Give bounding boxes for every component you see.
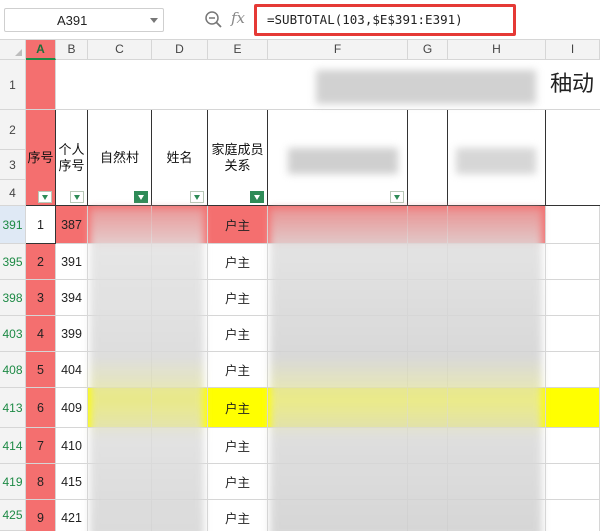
cell-i[interactable]	[546, 316, 600, 352]
cell-seq[interactable]: 5	[26, 352, 56, 388]
cell-relation[interactable]: 户主	[208, 206, 268, 244]
column-header-b[interactable]: B	[56, 40, 88, 60]
column-header-h[interactable]: H	[448, 40, 546, 60]
cell-seq[interactable]: 3	[26, 280, 56, 316]
header-person-seq-label: 个人序号	[58, 141, 85, 173]
cell-seq[interactable]: 2	[26, 244, 56, 280]
formula-bar: A391 fx =SUBTOTAL(103,$E$391:E391)	[0, 0, 600, 40]
row-header-414[interactable]: 414	[0, 428, 26, 464]
cell-person-seq[interactable]: 410	[56, 428, 88, 464]
header-seq[interactable]: 序号	[26, 110, 56, 206]
cell-relation[interactable]: 户主	[208, 464, 268, 500]
redacted-header-h	[456, 148, 536, 174]
column-header-c[interactable]: C	[88, 40, 152, 60]
row-header-419[interactable]: 419	[0, 464, 26, 500]
formula-input[interactable]: =SUBTOTAL(103,$E$391:E391)	[254, 4, 516, 36]
row-header-1[interactable]: 1	[0, 60, 26, 110]
header-village-label: 自然村	[99, 149, 139, 165]
cell-person-seq[interactable]: 404	[56, 352, 88, 388]
cell-a1[interactable]	[26, 60, 56, 110]
cell-i[interactable]	[546, 388, 600, 428]
header-relation[interactable]: 家庭成员关系	[208, 110, 268, 206]
header-village[interactable]: 自然村	[88, 110, 152, 206]
sheet-title-fragment: 秞动	[550, 72, 595, 97]
row-header-398[interactable]: 398	[0, 280, 26, 316]
formula-text: =SUBTOTAL(103,$E$391:E391)	[267, 12, 463, 27]
cell-i[interactable]	[546, 280, 600, 316]
zoom-icon[interactable]	[204, 10, 224, 30]
column-header-a[interactable]: A	[26, 40, 56, 60]
redacted-header-f	[288, 148, 398, 174]
header-g[interactable]	[408, 110, 448, 206]
column-header-g[interactable]: G	[408, 40, 448, 60]
row-header-4[interactable]: 4	[0, 180, 26, 206]
cell-i[interactable]	[546, 352, 600, 388]
cell-seq[interactable]: 8	[26, 464, 56, 500]
filter-dropdown-icon[interactable]	[38, 191, 52, 203]
redacted-village-name	[90, 208, 204, 531]
cell-i[interactable]	[546, 428, 600, 464]
column-header-f[interactable]: F	[268, 40, 408, 60]
header-seq-label: 序号	[27, 149, 54, 165]
filter-dropdown-icon[interactable]	[390, 191, 404, 203]
cell-person-seq[interactable]: 387	[56, 206, 88, 244]
cell-person-seq[interactable]: 399	[56, 316, 88, 352]
cell-seq[interactable]: 7	[26, 428, 56, 464]
redacted-title	[316, 70, 536, 104]
cell-seq[interactable]: 1	[26, 206, 56, 244]
cell-relation[interactable]: 户主	[208, 500, 268, 531]
column-header-e[interactable]: E	[208, 40, 268, 60]
cell-seq[interactable]: 6	[26, 388, 56, 428]
cell-person-seq[interactable]: 391	[56, 244, 88, 280]
fx-icon[interactable]: fx	[231, 9, 245, 27]
row-header-403[interactable]: 403	[0, 316, 26, 352]
redacted-details	[270, 208, 542, 531]
name-box[interactable]: A391	[4, 8, 164, 32]
row-header-2[interactable]: 2	[0, 110, 26, 150]
cell-i[interactable]	[546, 244, 600, 280]
filter-dropdown-icon[interactable]	[70, 191, 84, 203]
header-relation-label: 家庭成员关系	[211, 141, 264, 173]
cell-seq[interactable]: 9	[26, 500, 56, 531]
column-header-d[interactable]: D	[152, 40, 208, 60]
cell-i[interactable]	[546, 464, 600, 500]
select-all-corner[interactable]	[0, 40, 26, 60]
sheet-grid[interactable]: 秞动 序号 个人序号 自然村 姓名 家庭成员关系 1 387 户主 2 391 …	[26, 60, 600, 531]
cell-relation[interactable]: 户主	[208, 352, 268, 388]
cell-relation[interactable]: 户主	[208, 428, 268, 464]
filter-dropdown-icon[interactable]	[190, 191, 204, 203]
cell-person-seq[interactable]: 415	[56, 464, 88, 500]
header-name-label: 姓名	[166, 149, 193, 165]
header-person-seq[interactable]: 个人序号	[56, 110, 88, 206]
row-header-413[interactable]: 413	[0, 388, 26, 428]
cell-relation[interactable]: 户主	[208, 244, 268, 280]
cell-person-seq[interactable]: 394	[56, 280, 88, 316]
filter-active-icon[interactable]	[134, 191, 148, 203]
name-box-value: A391	[57, 13, 88, 28]
cell-person-seq[interactable]: 421	[56, 500, 88, 531]
row-header-391[interactable]: 391	[0, 206, 26, 244]
row-header-395[interactable]: 395	[0, 244, 26, 280]
row-header-3[interactable]: 3	[0, 150, 26, 180]
column-header-i[interactable]: I	[546, 40, 600, 60]
filter-active-icon[interactable]	[250, 191, 264, 203]
header-name[interactable]: 姓名	[152, 110, 208, 206]
cell-i[interactable]	[546, 500, 600, 531]
cell-relation[interactable]: 户主	[208, 316, 268, 352]
cell-seq[interactable]: 4	[26, 316, 56, 352]
cell-relation[interactable]: 户主	[208, 280, 268, 316]
cell-relation[interactable]: 户主	[208, 388, 268, 428]
cell-person-seq[interactable]: 409	[56, 388, 88, 428]
row-header-408[interactable]: 408	[0, 352, 26, 388]
row-header-425[interactable]: 425	[0, 500, 26, 531]
cell-i[interactable]	[546, 206, 600, 244]
chevron-down-icon[interactable]	[150, 18, 158, 23]
header-i[interactable]	[546, 110, 600, 206]
